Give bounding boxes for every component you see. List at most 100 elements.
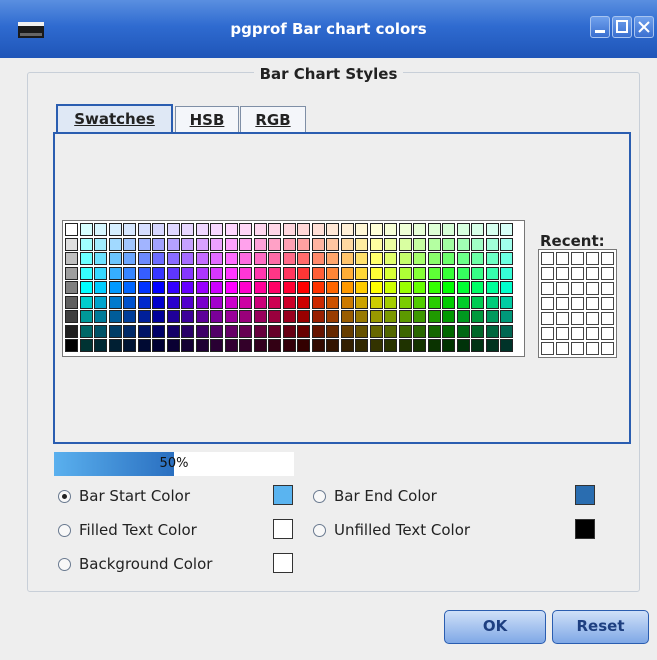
swatch-cell[interactable] [427,295,441,309]
swatch-cell[interactable] [355,252,368,265]
swatch-cell[interactable] [442,266,455,280]
swatch-cell[interactable] [355,223,368,236]
swatch-cell[interactable] [500,266,513,280]
swatch-cell[interactable] [79,310,93,323]
swatch-cell[interactable] [398,266,412,280]
swatch-cell[interactable] [456,295,470,309]
swatch-cell[interactable] [485,339,499,352]
swatch-cell[interactable] [413,266,426,280]
swatch-cell[interactable] [181,339,194,352]
swatch-cell[interactable] [137,266,151,280]
swatch-cell[interactable] [471,310,484,323]
swatch-cell[interactable] [282,324,296,338]
swatch-cell[interactable] [253,266,267,280]
swatch-cell[interactable] [94,281,107,294]
swatch-cell[interactable] [413,339,426,352]
swatch-cell[interactable] [195,223,209,236]
swatch-cell[interactable] [427,266,441,280]
recent-swatches[interactable] [538,249,617,358]
swatch-cell[interactable] [297,339,310,352]
swatch-cell[interactable] [210,252,223,265]
swatch-cell[interactable] [471,223,484,236]
swatch-cell[interactable] [500,281,513,294]
swatch-cell[interactable] [123,252,136,265]
swatch-cell[interactable] [181,281,194,294]
swatch-cell[interactable] [355,237,368,251]
swatch-cell[interactable] [485,281,499,294]
swatch-cell[interactable] [253,339,267,352]
swatch-cell[interactable] [152,281,165,294]
swatch-cell[interactable] [282,295,296,309]
swatch-cell[interactable] [384,295,397,309]
close-icon[interactable] [634,16,654,38]
swatch-cell[interactable] [79,324,93,338]
swatch-cell[interactable] [355,266,368,280]
swatch-cell[interactable] [195,237,209,251]
reset-button[interactable]: Reset [552,610,649,644]
swatch-cell[interactable] [369,295,383,309]
swatch-cell[interactable] [94,310,107,323]
swatch-cell[interactable] [398,237,412,251]
swatch-cell[interactable] [413,324,426,338]
swatch-cell[interactable] [181,310,194,323]
swatch-cell[interactable] [79,295,93,309]
swatch-cell[interactable] [326,252,339,265]
unfilled-text-color-swatch[interactable] [575,519,595,539]
recent-cell[interactable] [541,267,554,280]
swatch-cell[interactable] [181,252,194,265]
swatch-cell[interactable] [123,310,136,323]
ok-button[interactable]: OK [444,610,546,644]
swatch-cell[interactable] [297,223,310,236]
recent-cell[interactable] [601,297,614,310]
swatch-cell[interactable] [79,223,93,236]
swatch-cell[interactable] [485,295,499,309]
swatch-cell[interactable] [195,266,209,280]
swatch-cell[interactable] [94,266,107,280]
swatch-cell[interactable] [268,223,281,236]
swatch-cell[interactable] [384,310,397,323]
swatch-cell[interactable] [137,237,151,251]
swatch-cell[interactable] [442,310,455,323]
swatch-cell[interactable] [239,295,252,309]
swatch-cell[interactable] [79,281,93,294]
swatch-cell[interactable] [340,266,354,280]
swatch-cell[interactable] [195,252,209,265]
bar-end-color-swatch[interactable] [575,485,595,505]
swatch-cell[interactable] [123,223,136,236]
swatch-cell[interactable] [297,324,310,338]
swatch-cell[interactable] [355,281,368,294]
radio-filled-text[interactable] [58,523,71,537]
swatch-cell[interactable] [65,252,78,265]
swatch-cell[interactable] [500,324,513,338]
swatch-cell[interactable] [65,310,78,323]
swatch-cell[interactable] [253,310,267,323]
recent-cell[interactable] [556,297,569,310]
swatch-cell[interactable] [65,339,78,352]
swatch-cell[interactable] [311,310,325,323]
swatch-cell[interactable] [384,324,397,338]
swatch-cell[interactable] [485,310,499,323]
bar-start-color-swatch[interactable] [273,485,293,505]
swatch-cell[interactable] [137,339,151,352]
swatch-cell[interactable] [427,223,441,236]
swatch-cell[interactable] [398,310,412,323]
title-bar[interactable]: pgprof Bar chart colors [0,0,657,58]
swatch-cell[interactable] [456,324,470,338]
radio-background[interactable] [58,557,71,571]
radio-bar-end[interactable] [313,489,326,503]
swatch-cell[interactable] [239,324,252,338]
swatch-cell[interactable] [152,295,165,309]
recent-cell[interactable] [586,267,599,280]
swatch-cell[interactable] [442,223,455,236]
option-background[interactable]: Background Color [58,555,212,573]
swatch-cell[interactable] [413,223,426,236]
swatch-cell[interactable] [79,266,93,280]
swatch-cell[interactable] [108,237,122,251]
radio-bar-start[interactable] [58,489,71,503]
swatch-cell[interactable] [268,266,281,280]
recent-cell[interactable] [601,267,614,280]
swatch-cell[interactable] [152,223,165,236]
swatch-cell[interactable] [253,324,267,338]
swatch-cell[interactable] [268,324,281,338]
swatch-cell[interactable] [123,237,136,251]
